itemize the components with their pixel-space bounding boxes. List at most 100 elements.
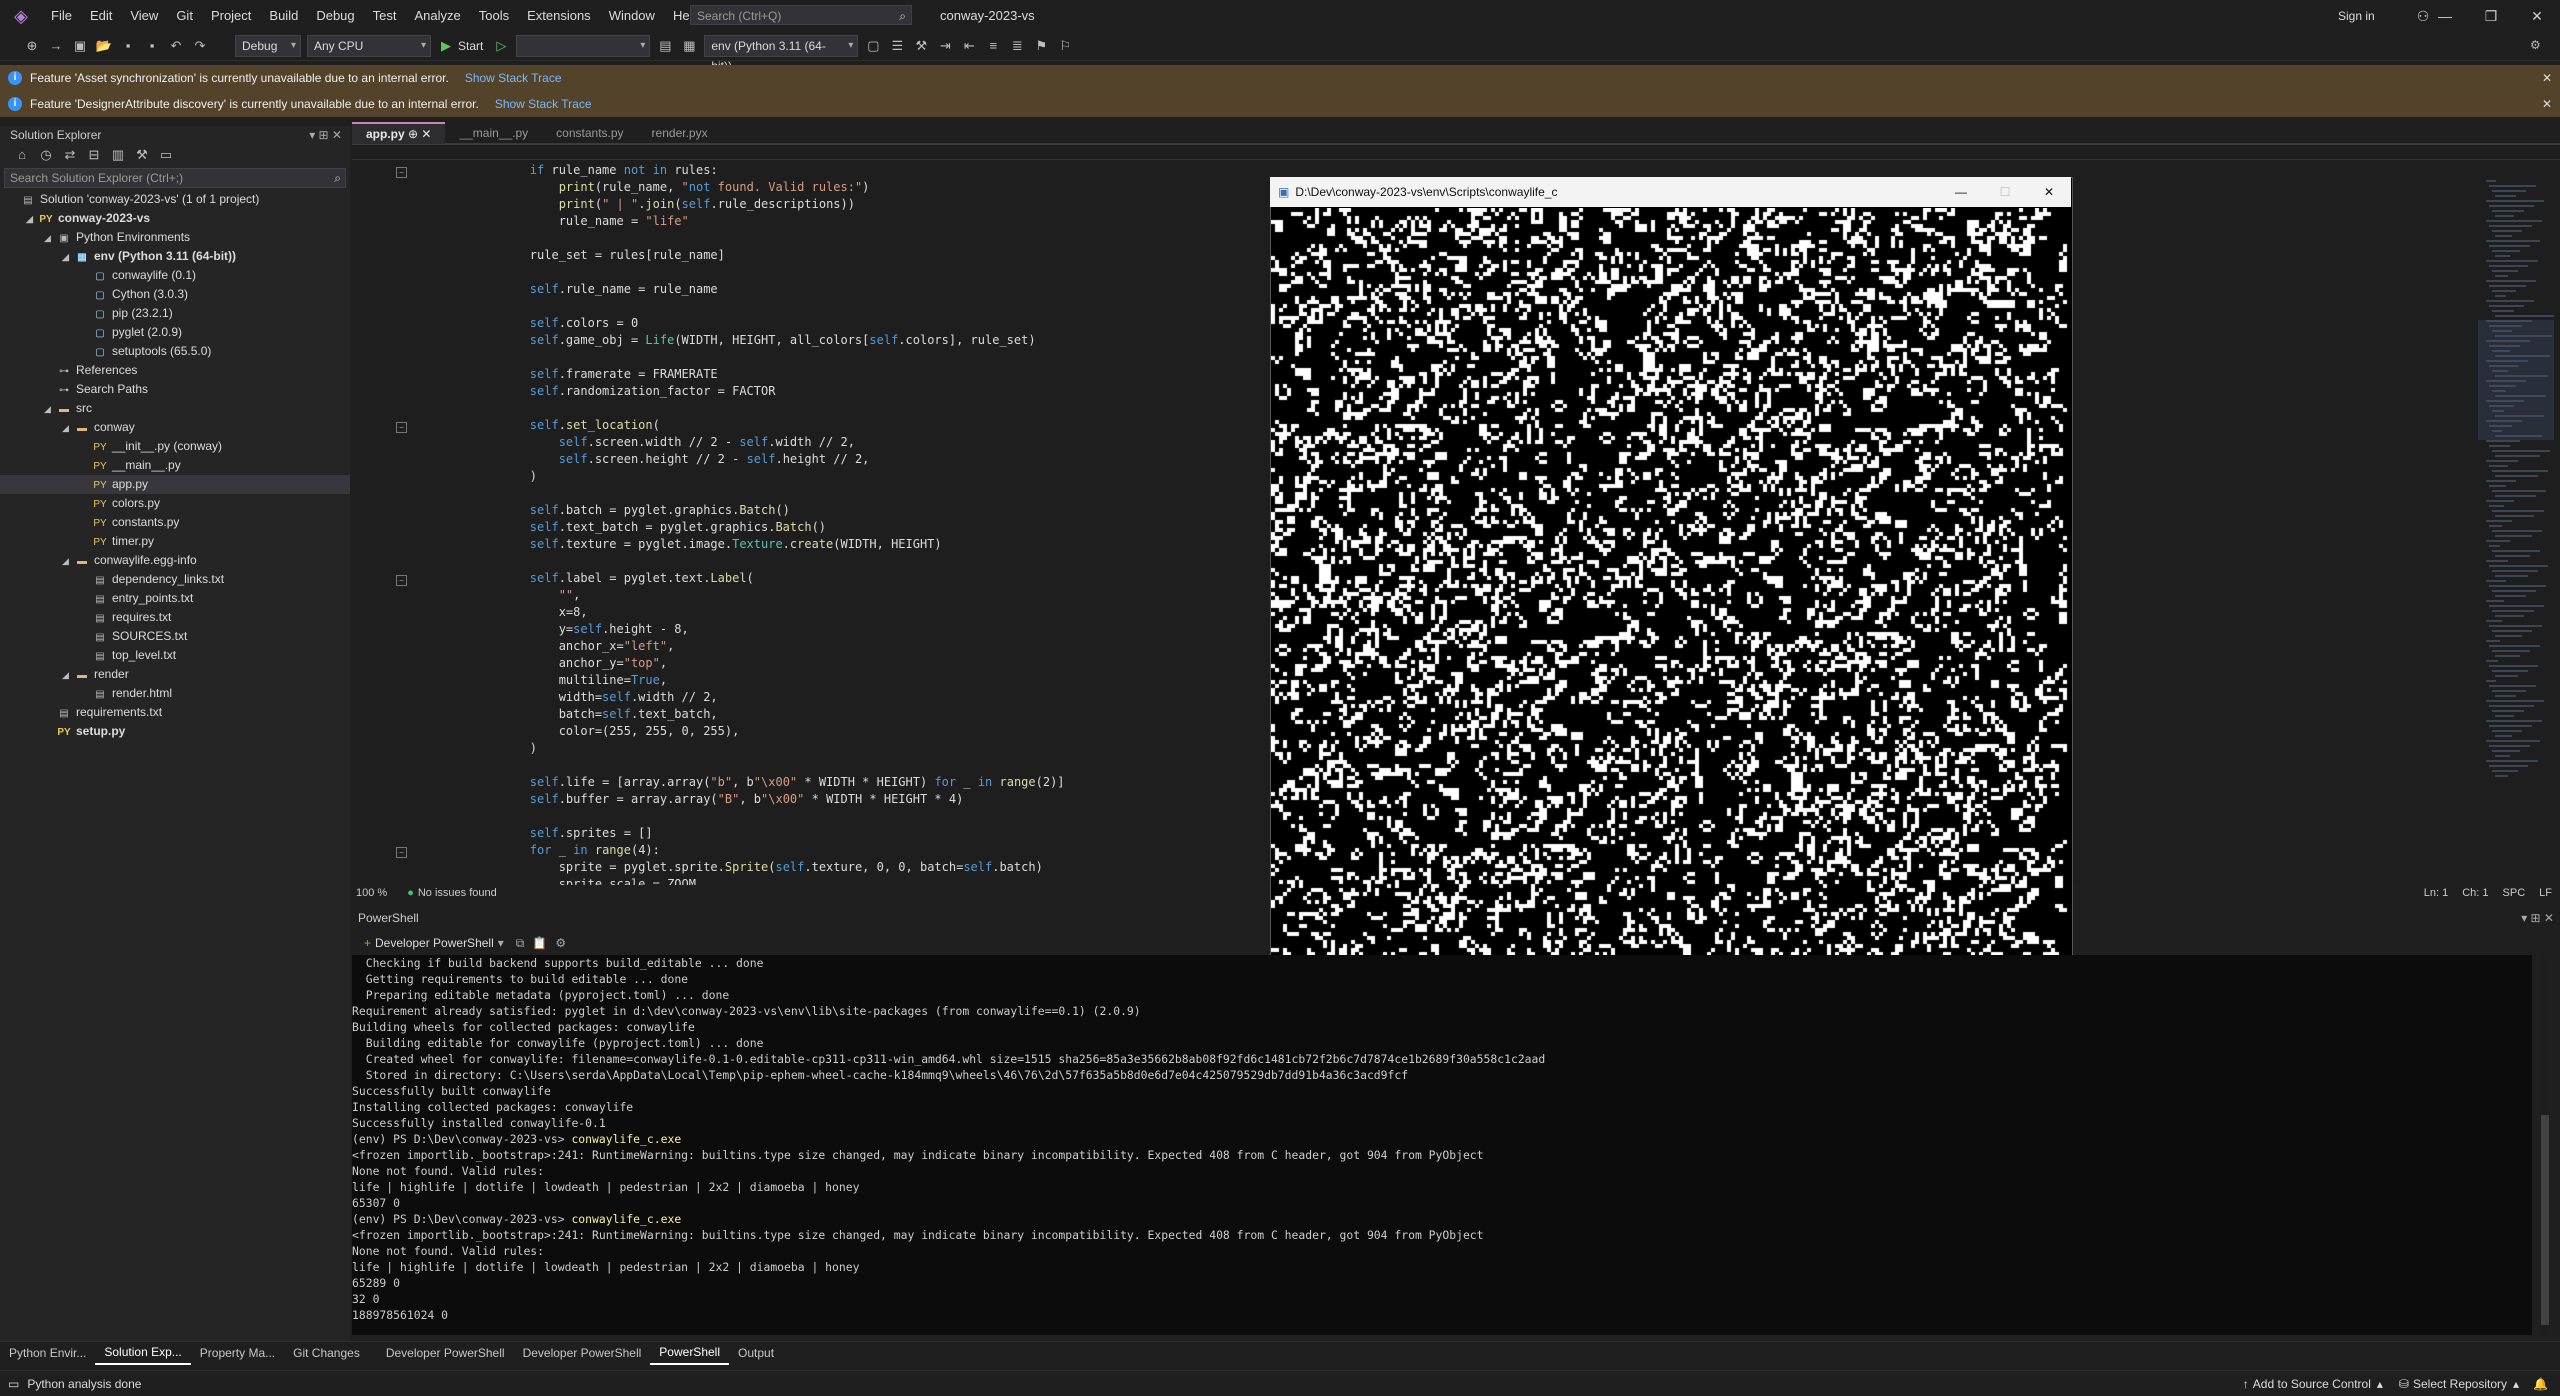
tree-item[interactable]: ◢ PY conway-2023-vs <box>0 209 350 228</box>
sign-in-link[interactable]: Sign in <box>2338 0 2375 32</box>
zoom-level[interactable]: 100 % <box>356 887 387 899</box>
tree-item[interactable]: ▢ pyglet (2.0.9) <box>0 323 350 342</box>
tree-item[interactable]: ▤ entry_points.txt <box>0 589 350 608</box>
tree-item[interactable]: PY timer.py <box>0 532 350 551</box>
open-file-icon[interactable]: 📂 <box>95 37 113 55</box>
save-all-icon[interactable]: ▪ <box>143 37 161 55</box>
bottom-tab[interactable]: Solution Exp... <box>95 1341 191 1365</box>
tree-item[interactable]: ◢ ▦ env (Python 3.11 (64-bit)) <box>0 247 350 266</box>
bottom-tab[interactable]: Developer PowerShell <box>514 1342 651 1364</box>
fold-toggle-icon[interactable]: − <box>396 422 407 433</box>
close-window-button[interactable]: ✕ <box>2514 0 2560 32</box>
bottom-tab[interactable]: PowerShell <box>650 1341 729 1365</box>
tree-item[interactable]: ▤ top_level.txt <box>0 646 350 665</box>
tree-item[interactable]: ▤ Solution 'conway-2023-vs' (1 of 1 proje… <box>0 190 350 209</box>
maximize-button[interactable]: ☐ <box>1983 185 2027 199</box>
platform-select[interactable]: Any CPU <box>307 35 431 57</box>
tree-item[interactable]: ▤ requirements.txt <box>0 703 350 722</box>
properties-icon[interactable]: ⚒ <box>133 146 151 164</box>
expand-arrow-icon[interactable]: ◢ <box>62 419 74 438</box>
paste-icon[interactable]: 📋 <box>532 936 547 950</box>
close-icon[interactable]: ✕ <box>2542 91 2552 117</box>
expand-arrow-icon[interactable]: ◢ <box>44 400 56 419</box>
home-icon[interactable]: ⌂ <box>13 146 31 164</box>
step-over-icon[interactable]: ⇤ <box>960 37 978 55</box>
tree-item[interactable]: PY setup.py <box>0 722 350 741</box>
menu-window[interactable]: Window <box>600 0 664 32</box>
tree-item[interactable]: ⊶ Search Paths <box>0 380 350 399</box>
bottom-tab[interactable]: Property Ma... <box>191 1342 284 1364</box>
back-icon[interactable]: ⊕ <box>23 37 41 55</box>
tree-item[interactable]: PY app.py <box>0 475 350 494</box>
list-icon[interactable]: ☰ <box>888 37 906 55</box>
tree-item[interactable]: ▢ setuptools (65.5.0) <box>0 342 350 361</box>
panel-controls-icon[interactable]: ▾ ⊞ ✕ <box>2521 911 2554 925</box>
show-all-files-icon[interactable]: ▥ <box>109 146 127 164</box>
solution-search-input[interactable]: Search Solution Explorer (Ctrl+;) ⌕ <box>4 168 346 188</box>
tree-item[interactable]: ▢ Cython (3.0.3) <box>0 285 350 304</box>
tree-item[interactable]: ▤ requires.txt <box>0 608 350 627</box>
fold-toggle-icon[interactable]: − <box>396 575 407 586</box>
configuration-select[interactable]: Debug <box>235 35 301 57</box>
tree-item[interactable]: ◢ ▬ conwaylife.egg-info <box>0 551 350 570</box>
indent-icon[interactable]: ≡ <box>984 37 1002 55</box>
game-of-life-canvas[interactable] <box>1271 208 2070 1004</box>
tree-item[interactable]: ◢ ▬ src <box>0 399 350 418</box>
game-window-titlebar[interactable]: ▣ D:\Dev\conway-2023-vs\env\Scripts\conw… <box>1270 177 2071 207</box>
terminal-scrollbar[interactable] <box>2540 955 2550 1335</box>
undo-icon[interactable]: ↶ <box>167 37 185 55</box>
save-icon[interactable]: ▪ <box>119 37 137 55</box>
menu-edit[interactable]: Edit <box>81 0 121 32</box>
add-terminal-icon[interactable]: + <box>364 936 371 950</box>
line-ending[interactable]: LF <box>2539 887 2552 899</box>
chevron-down-icon[interactable]: ▾ <box>498 936 504 950</box>
tree-item[interactable]: ▢ conwaylife (0.1) <box>0 266 350 285</box>
fold-toggle-icon[interactable]: − <box>396 847 407 858</box>
history-icon[interactable]: ◷ <box>37 146 55 164</box>
minimize-button[interactable]: — <box>1939 185 1983 199</box>
package-icon[interactable]: ▢ <box>864 37 882 55</box>
close-icon[interactable]: ✕ <box>2542 65 2552 91</box>
startup-item-select[interactable] <box>516 35 651 57</box>
issues-status[interactable]: No issues found <box>418 887 497 899</box>
new-project-icon[interactable]: ▣ <box>71 37 89 55</box>
debug-tool-icon[interactable]: ⚒ <box>912 37 930 55</box>
menu-file[interactable]: File <box>42 0 81 32</box>
tree-item[interactable]: ◢ ▣ Python Environments <box>0 228 350 247</box>
editor-tab[interactable]: __main__.py <box>445 123 542 143</box>
bookmark-prev-icon[interactable]: ⚐ <box>1056 37 1074 55</box>
browse-icon[interactable]: ▤ <box>656 37 674 55</box>
tree-item[interactable]: ▤ dependency_links.txt <box>0 570 350 589</box>
show-stack-trace-link[interactable]: Show Stack Trace <box>495 97 592 111</box>
expand-arrow-icon[interactable]: ◢ <box>62 248 74 267</box>
editor-tab[interactable]: app.py ⊕ ✕ <box>352 122 446 144</box>
step-icon[interactable]: ⇥ <box>936 37 954 55</box>
pin-icon[interactable]: ▾ ⊞ ✕ <box>309 126 342 144</box>
layout-icon[interactable]: ▦ <box>680 37 698 55</box>
menu-debug[interactable]: Debug <box>307 0 363 32</box>
minimap[interactable] <box>2472 160 2560 885</box>
bottom-tab[interactable]: Git Changes <box>284 1342 369 1364</box>
minimize-button[interactable]: — <box>2422 0 2468 32</box>
indent-mode[interactable]: SPC <box>2503 887 2526 899</box>
collapse-all-icon[interactable]: ⊟ <box>85 146 103 164</box>
tree-item[interactable]: ◢ ▬ conway <box>0 418 350 437</box>
notifications-icon[interactable]: 🔔 <box>2533 1377 2548 1391</box>
editor-tab[interactable]: render.pyx <box>638 123 722 143</box>
bottom-tab[interactable]: Developer PowerShell <box>377 1342 514 1364</box>
menu-test[interactable]: Test <box>364 0 406 32</box>
tree-item[interactable]: PY __init__.py (conway) <box>0 437 350 456</box>
expand-arrow-icon[interactable]: ◢ <box>44 229 56 248</box>
column-number[interactable]: Ch: 1 <box>2462 887 2488 899</box>
expand-arrow-icon[interactable]: ◢ <box>26 210 38 229</box>
sync-icon[interactable]: ⇄ <box>61 146 79 164</box>
tree-item[interactable]: PY colors.py <box>0 494 350 513</box>
chevron-up-icon[interactable]: ▴ <box>2513 1377 2519 1391</box>
preview-icon[interactable]: ▭ <box>157 146 175 164</box>
show-stack-trace-link[interactable]: Show Stack Trace <box>465 71 562 85</box>
menu-build[interactable]: Build <box>260 0 307 32</box>
search-input[interactable]: Search (Ctrl+Q) ⌕ <box>690 5 912 25</box>
start-icon[interactable]: ▶ <box>437 37 455 55</box>
chevron-up-icon[interactable]: ▴ <box>2377 1377 2383 1391</box>
menu-tools[interactable]: Tools <box>470 0 518 32</box>
